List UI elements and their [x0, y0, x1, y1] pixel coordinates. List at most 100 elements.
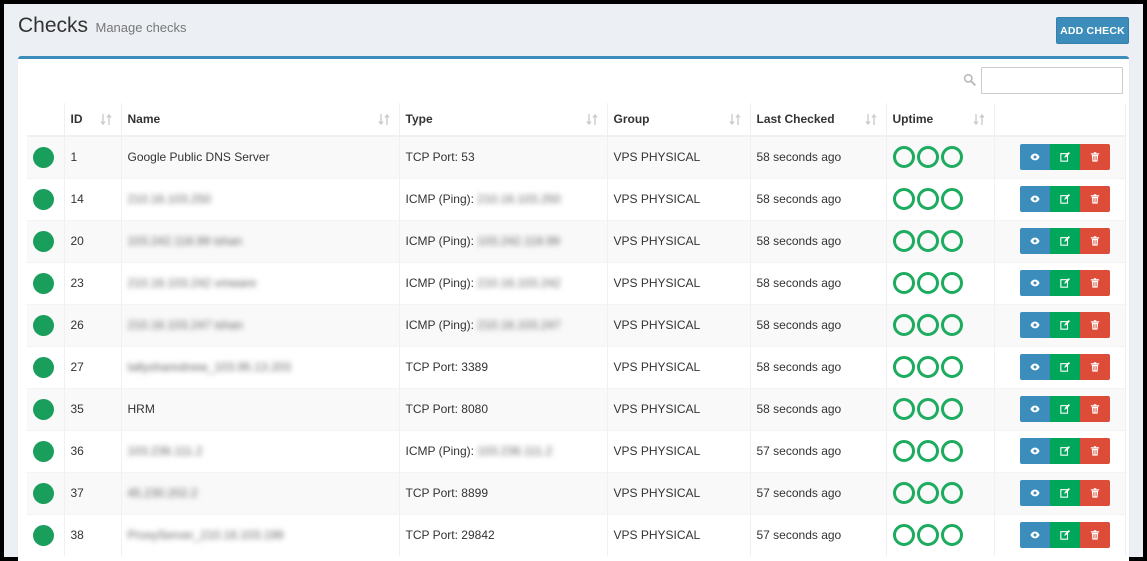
delete-button[interactable] [1079, 270, 1110, 296]
trash-icon [1090, 530, 1099, 540]
last-checked-cell: 58 seconds ago [750, 387, 887, 430]
actions-cell [994, 345, 1126, 388]
uptime-ring-icon [940, 524, 963, 547]
uptime-ring-icon [940, 188, 963, 210]
view-button[interactable] [1019, 144, 1050, 171]
row-actions [1001, 354, 1119, 380]
row-actions [1001, 480, 1119, 506]
sort-icon[interactable] [585, 113, 598, 126]
check-name: 210.16.103.247 ishan [127, 318, 243, 332]
uptime-ring-icon [940, 230, 963, 252]
type-value: 3389 [461, 360, 488, 374]
delete-button[interactable] [1079, 438, 1110, 464]
delete-button[interactable] [1079, 480, 1110, 506]
column-header-group[interactable]: Group [607, 103, 751, 137]
search-icon [963, 73, 976, 86]
view-button[interactable] [1019, 396, 1050, 422]
status-cell [27, 471, 65, 514]
view-button[interactable] [1019, 354, 1050, 380]
status-cell [27, 429, 65, 472]
column-header-id[interactable]: ID [64, 103, 122, 137]
uptime-ring-icon [892, 272, 915, 294]
edit-icon [1059, 236, 1070, 246]
row-actions [1001, 228, 1119, 254]
last-checked-cell: 58 seconds ago [750, 261, 887, 304]
edit-icon [1059, 278, 1070, 288]
view-button[interactable] [1019, 270, 1050, 296]
view-button[interactable] [1019, 312, 1050, 338]
view-button[interactable] [1019, 228, 1050, 254]
sort-icon[interactable] [377, 113, 390, 126]
edit-button[interactable] [1049, 228, 1080, 254]
edit-icon [1059, 404, 1070, 414]
edit-button[interactable] [1049, 480, 1080, 506]
uptime-ring-icon [940, 356, 963, 378]
uptime-ring-icon [916, 272, 939, 294]
search-input[interactable] [981, 67, 1123, 94]
edit-button[interactable] [1049, 396, 1080, 422]
last-checked-cell: 58 seconds ago [750, 303, 887, 346]
trash-icon [1090, 194, 1099, 204]
sort-icon[interactable] [728, 113, 741, 126]
edit-icon [1059, 194, 1070, 204]
uptime-indicators [892, 524, 988, 547]
view-button[interactable] [1019, 186, 1050, 212]
type-cell: ICMP (Ping): 103.236.111.2 [399, 429, 608, 472]
view-button[interactable] [1019, 480, 1050, 506]
column-header-name[interactable]: Name [121, 103, 400, 137]
id-cell: 1 [64, 135, 122, 178]
last-checked-cell: 58 seconds ago [750, 177, 887, 220]
edit-button[interactable] [1049, 354, 1080, 380]
add-check-button[interactable]: ADD CHECK [1056, 17, 1129, 44]
sort-icon[interactable] [864, 113, 877, 126]
sort-icon[interactable] [972, 113, 985, 126]
edit-button[interactable] [1049, 438, 1080, 464]
id-cell: 37 [64, 471, 122, 514]
uptime-ring-icon [892, 482, 915, 504]
delete-button[interactable] [1079, 186, 1110, 212]
table-row: 38 ProxyServer_210.16.103.199 TCP Port: 29… [27, 513, 1126, 556]
delete-button[interactable] [1079, 396, 1110, 422]
type-label: TCP Port: [405, 486, 462, 500]
table-row: 14 210.16.103.250 ICMP (Ping): 210.16.103.… [27, 177, 1126, 220]
row-actions [1001, 312, 1119, 338]
status-up-dot [33, 398, 54, 420]
type-cell: TCP Port: 29842 [399, 513, 608, 556]
uptime-indicators [892, 146, 988, 169]
uptime-cell [886, 135, 995, 178]
group-cell: VPS PHYSICAL [607, 513, 751, 556]
edit-button[interactable] [1049, 312, 1080, 338]
column-header-uptime[interactable]: Uptime [886, 103, 995, 137]
delete-button[interactable] [1079, 144, 1110, 171]
column-header-last-checked[interactable]: Last Checked [750, 103, 887, 137]
edit-button[interactable] [1049, 522, 1080, 549]
delete-button[interactable] [1079, 228, 1110, 254]
eye-icon [1029, 531, 1040, 539]
type-label: ICMP (Ping): [405, 192, 478, 206]
uptime-ring-icon [892, 146, 915, 169]
type-value: 53 [461, 150, 475, 165]
table-row: 26 210.16.103.247 ishan ICMP (Ping): 210.1… [27, 303, 1126, 346]
edit-icon [1059, 530, 1070, 540]
edit-button[interactable] [1049, 270, 1080, 296]
table-row: 27 tallysharednew_103.95.13.203 TCP Port: … [27, 345, 1126, 388]
edit-button[interactable] [1049, 186, 1080, 212]
check-name: 210.16.103.242 vmware [127, 276, 257, 290]
name-cell: 210.16.103.247 ishan [121, 303, 400, 346]
name-cell: tallysharednew_103.95.13.203 [121, 345, 400, 388]
delete-button[interactable] [1079, 354, 1110, 380]
sort-icon[interactable] [99, 113, 112, 126]
group-cell: VPS PHYSICAL [607, 387, 751, 430]
type-label: TCP Port: [405, 528, 462, 543]
column-header-type[interactable]: Type [399, 103, 608, 137]
uptime-indicators [892, 440, 988, 462]
delete-button[interactable] [1079, 312, 1110, 338]
delete-button[interactable] [1079, 522, 1110, 549]
uptime-ring-icon [916, 146, 939, 169]
trash-icon [1090, 488, 1099, 498]
type-cell: TCP Port: 8899 [399, 471, 608, 514]
name-cell: Google Public DNS Server [121, 135, 400, 178]
view-button[interactable] [1019, 522, 1050, 549]
view-button[interactable] [1019, 438, 1050, 464]
edit-button[interactable] [1049, 144, 1080, 171]
